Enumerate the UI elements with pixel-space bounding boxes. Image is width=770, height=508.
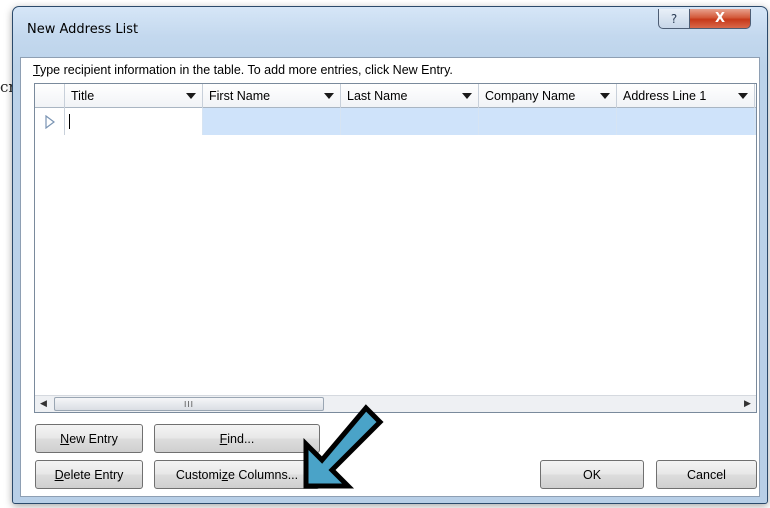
cancel-button[interactable]: Cancel — [656, 460, 757, 489]
new-entry-button[interactable]: New Entry — [35, 424, 143, 453]
text-caret — [69, 114, 70, 129]
column-header-overflow — [755, 84, 756, 108]
scroll-left-icon[interactable]: ◀ — [35, 396, 52, 412]
column-header-last-name[interactable]: Last Name — [341, 84, 479, 108]
dialog-title: New Address List — [27, 22, 139, 37]
help-button[interactable]: ? — [658, 9, 690, 29]
grip-icon: III — [183, 399, 195, 409]
instruction-text: Type recipient information in the table.… — [33, 63, 453, 77]
cell-first-name[interactable] — [203, 108, 341, 135]
close-icon: X — [714, 11, 726, 26]
dropdown-arrow-icon[interactable] — [186, 93, 196, 99]
help-icon: ? — [670, 11, 678, 26]
column-header-first-name[interactable]: First Name — [203, 84, 341, 108]
dropdown-arrow-icon[interactable] — [738, 93, 748, 99]
dropdown-arrow-icon[interactable] — [462, 93, 472, 99]
cell-title[interactable] — [65, 108, 203, 135]
cell-company-name[interactable] — [479, 108, 617, 135]
pointer-arrow-icon — [303, 404, 384, 489]
header-corner — [35, 84, 65, 108]
address-table[interactable]: Title First Name Last Name Company Name … — [34, 83, 757, 413]
cell-overflow — [755, 108, 756, 135]
delete-entry-button[interactable]: Delete Entry — [35, 460, 143, 489]
dropdown-arrow-icon[interactable] — [324, 93, 334, 99]
column-header-company-name[interactable]: Company Name — [479, 84, 617, 108]
scroll-right-icon[interactable]: ▶ — [739, 396, 756, 412]
cell-address-line-1[interactable] — [617, 108, 755, 135]
column-header-title[interactable]: Title — [65, 84, 203, 108]
cell-last-name[interactable] — [341, 108, 479, 135]
table-row[interactable] — [35, 108, 756, 135]
close-button[interactable]: X — [689, 9, 751, 29]
table-header: Title First Name Last Name Company Name … — [35, 84, 756, 108]
current-row-icon — [35, 108, 65, 135]
column-header-address-line-1[interactable]: Address Line 1 — [617, 84, 755, 108]
ok-button[interactable]: OK — [540, 460, 644, 489]
dropdown-arrow-icon[interactable] — [600, 93, 610, 99]
scroll-thumb[interactable]: III — [54, 397, 324, 411]
horizontal-scrollbar[interactable]: ◀ III ▶ — [35, 395, 756, 412]
